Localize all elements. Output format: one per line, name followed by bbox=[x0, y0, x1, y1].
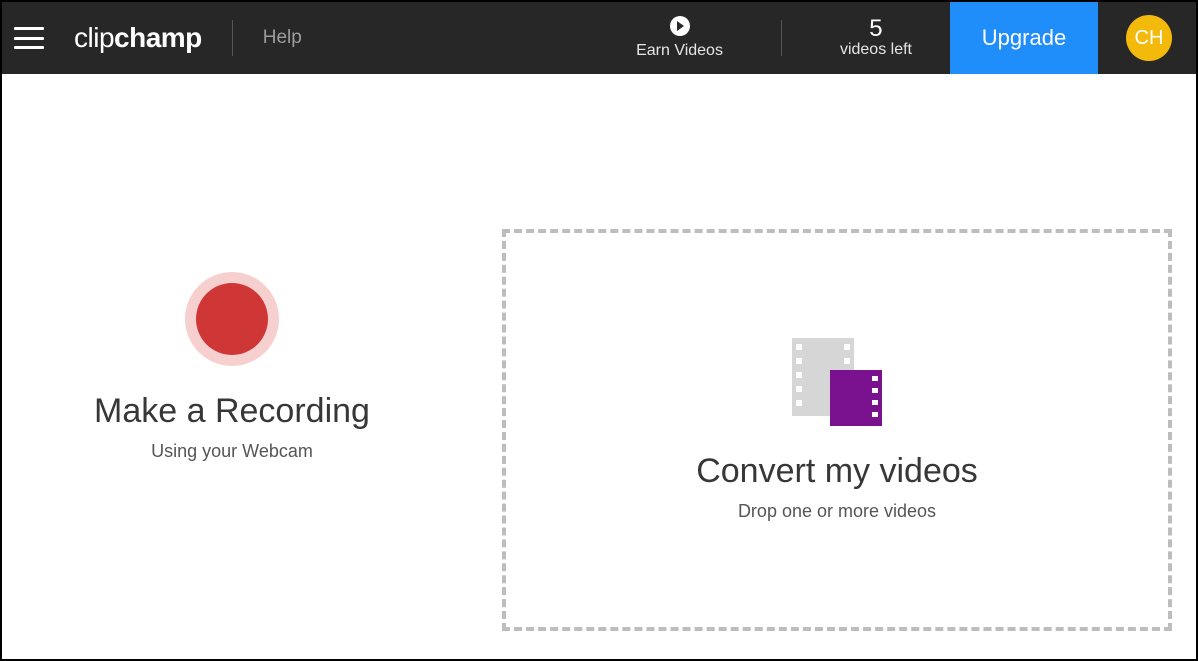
videos-count: 5 bbox=[869, 17, 882, 41]
videos-left-label: videos left bbox=[840, 41, 912, 59]
logo[interactable]: clipchamp bbox=[74, 22, 202, 54]
videos-left-counter: 5 videos left bbox=[840, 17, 912, 59]
logo-right: champ bbox=[114, 22, 202, 53]
record-title: Make a Recording bbox=[94, 392, 370, 431]
earn-videos-button[interactable]: Earn Videos bbox=[636, 16, 723, 60]
avatar[interactable]: CH bbox=[1126, 15, 1172, 61]
menu-icon[interactable] bbox=[14, 27, 44, 49]
app-header: clipchamp Help Earn Videos 5 videos left… bbox=[2, 2, 1196, 74]
play-icon bbox=[670, 16, 690, 36]
help-link[interactable]: Help bbox=[263, 27, 302, 49]
record-subtitle: Using your Webcam bbox=[151, 441, 313, 462]
convert-dropzone[interactable]: Convert my videos Drop one or more video… bbox=[502, 229, 1172, 631]
make-recording-card[interactable]: Make a Recording Using your Webcam bbox=[2, 74, 462, 659]
separator bbox=[232, 20, 233, 56]
film-icon bbox=[792, 338, 882, 426]
record-icon bbox=[185, 272, 279, 366]
convert-title: Convert my videos bbox=[696, 452, 978, 491]
main-area: Make a Recording Using your Webcam Conve… bbox=[2, 74, 1196, 659]
logo-left: clip bbox=[74, 22, 114, 53]
earn-videos-label: Earn Videos bbox=[636, 42, 723, 60]
separator bbox=[781, 20, 782, 56]
upgrade-button[interactable]: Upgrade bbox=[950, 2, 1098, 74]
convert-subtitle: Drop one or more videos bbox=[738, 501, 936, 522]
